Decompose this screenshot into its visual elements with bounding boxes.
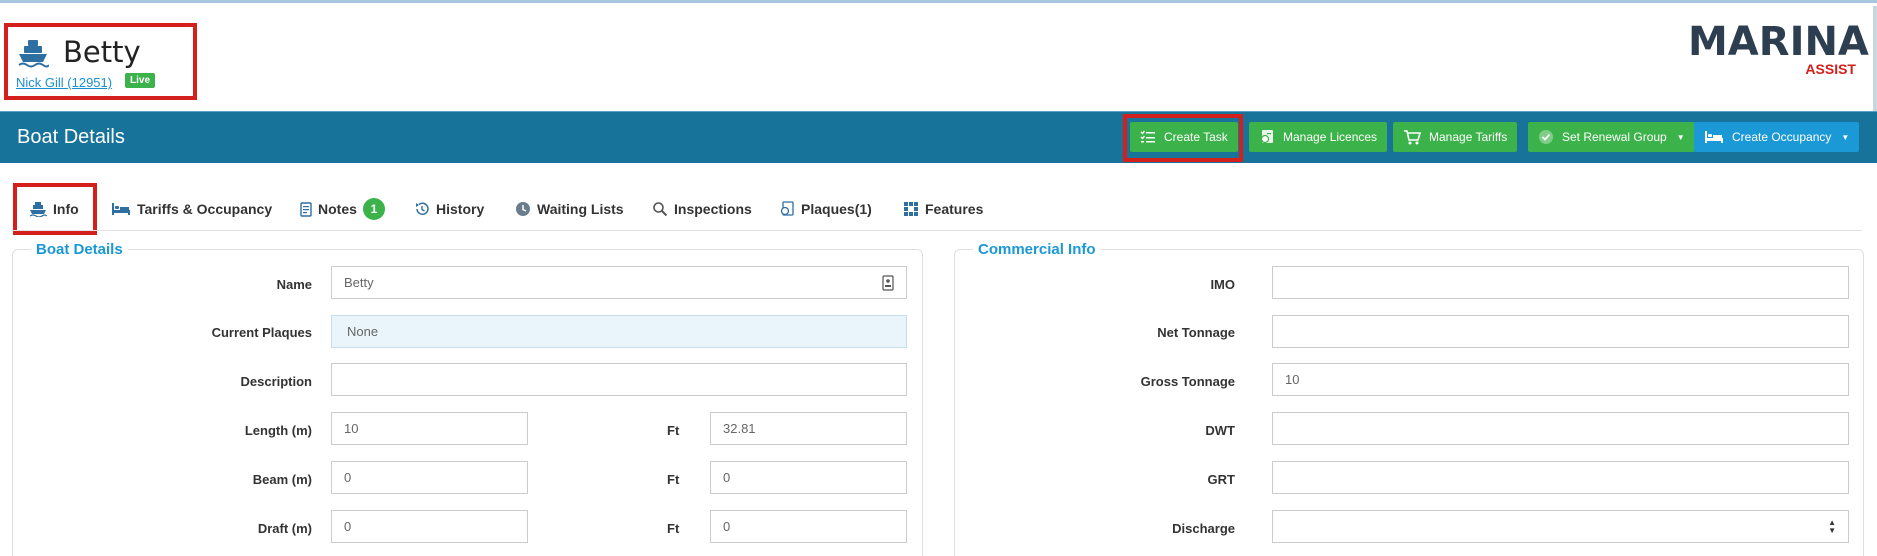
boat-details-panel-title: Boat Details — [31, 241, 128, 258]
clock-icon — [516, 202, 530, 216]
bed-icon — [112, 203, 130, 215]
logo-text: MARINA — [1688, 19, 1869, 65]
notes-icon — [300, 201, 312, 217]
grid-icon — [904, 202, 918, 216]
draft-label: Draft (m) — [257, 521, 312, 536]
licence-icon — [1260, 130, 1273, 144]
right-edge — [1873, 6, 1877, 114]
set-renewal-group-button[interactable]: Set Renewal Group ▼ — [1528, 122, 1695, 152]
gross-tonnage-label: Gross Tonnage — [1140, 374, 1235, 389]
imo-label: IMO — [1210, 277, 1235, 292]
grt-label: GRT — [1207, 472, 1235, 487]
current-plaques-value: None — [347, 324, 379, 339]
tab-features-label: Features — [925, 201, 984, 217]
draft-field-value: 0 — [344, 519, 352, 534]
length-field[interactable]: 10 — [331, 412, 528, 445]
boat-details-toolbar: Boat Details Create Task Manage Licences… — [0, 111, 1877, 163]
tab-inspections[interactable]: Inspections — [652, 196, 752, 222]
name-field-value: Betty — [344, 275, 374, 290]
cart-icon — [1404, 130, 1421, 145]
tab-features[interactable]: Features — [903, 196, 983, 222]
highlight-box-title — [4, 23, 197, 100]
manage-tariffs-button[interactable]: Manage Tariffs — [1393, 122, 1518, 152]
gross-tonnage-field[interactable]: 10 — [1272, 363, 1849, 396]
tabs-divider — [12, 230, 1862, 231]
logo-subtext: ASSIST — [1805, 61, 1856, 77]
beam-ft-field[interactable]: 0 — [710, 461, 907, 494]
description-label: Description — [240, 374, 312, 389]
set-renewal-group-label: Set Renewal Group — [1562, 130, 1667, 144]
discharge-label: Discharge — [1172, 521, 1235, 536]
beam-ft-label: Ft — [667, 472, 680, 487]
draft-ft-label: Ft — [667, 521, 680, 536]
history-icon — [416, 202, 429, 215]
imo-field[interactable] — [1272, 266, 1849, 299]
gross-tonnage-field-value: 10 — [1285, 372, 1300, 387]
manage-licences-button[interactable]: Manage Licences — [1249, 122, 1388, 152]
current-plaques-field: None — [331, 315, 907, 348]
tab-notes-label: Notes — [318, 201, 357, 217]
current-plaques-label: Current Plaques — [211, 325, 312, 340]
toolbar-title: Boat Details — [17, 126, 125, 148]
chevron-down-icon: ▼ — [1841, 132, 1850, 142]
manage-licences-label: Manage Licences — [1283, 130, 1378, 144]
length-ft-label: Ft — [667, 423, 680, 438]
spinner-down-icon[interactable]: ▼ — [1828, 527, 1836, 535]
draft-field[interactable]: 0 — [331, 510, 528, 543]
description-field[interactable] — [331, 363, 907, 396]
name-field[interactable]: Betty — [331, 266, 907, 299]
chevron-down-icon: ▼ — [1676, 132, 1685, 142]
highlight-box-info-tab — [13, 183, 97, 235]
tab-tariffs-occupancy[interactable]: Tariffs & Occupancy — [111, 196, 272, 222]
draft-ft-field[interactable]: 0 — [710, 510, 907, 543]
tab-bar: Info Tariffs & Occupancy Notes 1 History… — [0, 190, 1877, 230]
create-occupancy-button[interactable]: Create Occupancy ▼ — [1694, 122, 1860, 152]
tab-tariffs-occupancy-label: Tariffs & Occupancy — [137, 201, 273, 217]
tab-inspections-label: Inspections — [674, 201, 752, 217]
beam-label: Beam (m) — [252, 472, 312, 487]
contact-card-icon — [882, 275, 894, 291]
beam-ft-field-value: 0 — [723, 470, 731, 485]
dwt-label: DWT — [1205, 423, 1235, 438]
plaque-icon — [780, 201, 794, 216]
notes-count-badge: 1 — [362, 198, 385, 220]
tab-plaques[interactable]: Plaques(1) — [779, 196, 872, 222]
draft-ft-field-value: 0 — [723, 519, 731, 534]
tab-notes[interactable]: Notes 1 — [300, 196, 385, 222]
marina-assist-logo: MARINA ASSIST — [1688, 19, 1869, 77]
name-label: Name — [276, 277, 312, 292]
discharge-field[interactable]: ▲ ▼ — [1272, 510, 1849, 543]
dwt-field[interactable] — [1272, 412, 1849, 445]
tab-history[interactable]: History — [414, 196, 484, 222]
tab-waiting-lists-label: Waiting Lists — [537, 201, 624, 217]
manage-tariffs-label: Manage Tariffs — [1429, 130, 1508, 144]
tab-plaques-label: Plaques(1) — [801, 201, 872, 217]
page-header: Betty Nick Gill (12951) Live MARINA ASSI… — [0, 3, 1877, 114]
beam-field-value: 0 — [344, 470, 352, 485]
check-circle-icon — [1539, 130, 1553, 144]
create-occupancy-label: Create Occupancy — [1732, 130, 1832, 144]
tab-waiting-lists[interactable]: Waiting Lists — [515, 196, 624, 222]
discharge-spinner[interactable]: ▲ ▼ — [1828, 519, 1836, 535]
grt-field[interactable] — [1272, 461, 1849, 494]
beam-field[interactable]: 0 — [331, 461, 528, 494]
boat-details-panel: Boat Details Name Betty Current Plaques … — [12, 241, 923, 556]
commercial-info-panel: Commercial Info IMO Net Tonnage Gross To… — [954, 241, 1864, 556]
tab-history-label: History — [436, 201, 485, 217]
length-ft-field-value: 32.81 — [723, 421, 756, 436]
commercial-info-panel-title: Commercial Info — [973, 241, 1101, 258]
bed-icon — [1705, 131, 1723, 143]
net-tonnage-field[interactable] — [1272, 315, 1849, 348]
length-label: Length (m) — [244, 423, 312, 438]
length-field-value: 10 — [344, 421, 359, 436]
length-ft-field[interactable]: 32.81 — [710, 412, 907, 445]
net-tonnage-label: Net Tonnage — [1157, 325, 1235, 340]
highlight-box-create-task — [1123, 114, 1243, 162]
search-icon — [653, 202, 668, 217]
